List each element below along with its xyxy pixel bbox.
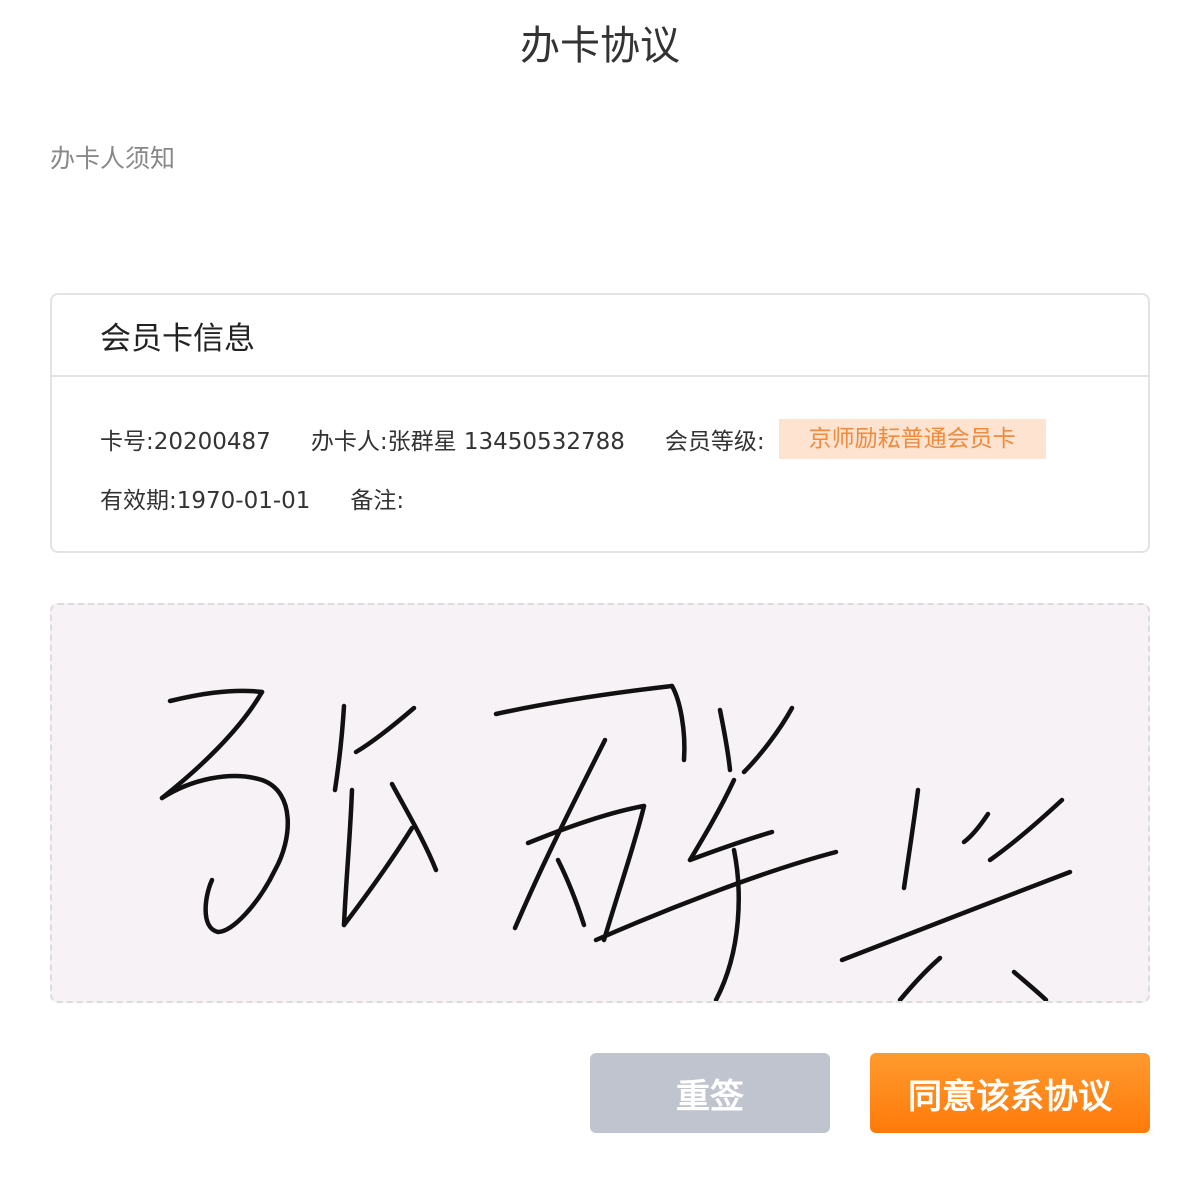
valid-until: 有效期:1970-01-01	[100, 488, 311, 514]
agree-agreement-button[interactable]: 同意该系协议	[870, 1053, 1150, 1133]
card-info-title: 会员卡信息	[52, 295, 1148, 377]
handwritten-signature	[159, 683, 1073, 1001]
remark: 备注:	[350, 488, 405, 514]
signature-pad[interactable]	[50, 603, 1150, 1003]
member-level-label: 会员等级:	[664, 429, 765, 455]
card-number: 卡号:20200487	[100, 429, 271, 455]
membership-card-panel: 会员卡信息 卡号:20200487 办卡人:张群星 13450532788 会员…	[50, 293, 1150, 553]
resign-button[interactable]: 重签	[590, 1053, 830, 1133]
page-title: 办卡协议	[520, 23, 680, 69]
card-info-row-2: 有效期:1970-01-01 备注:	[100, 481, 404, 515]
card-holder: 办卡人:张群星 13450532788	[310, 429, 625, 455]
notice-label[interactable]: 办卡人须知	[50, 142, 175, 176]
card-info-row-1: 卡号:20200487 办卡人:张群星 13450532788 会员等级: 京师…	[100, 419, 1046, 459]
member-level-badge: 京师励耘普通会员卡	[778, 419, 1046, 459]
